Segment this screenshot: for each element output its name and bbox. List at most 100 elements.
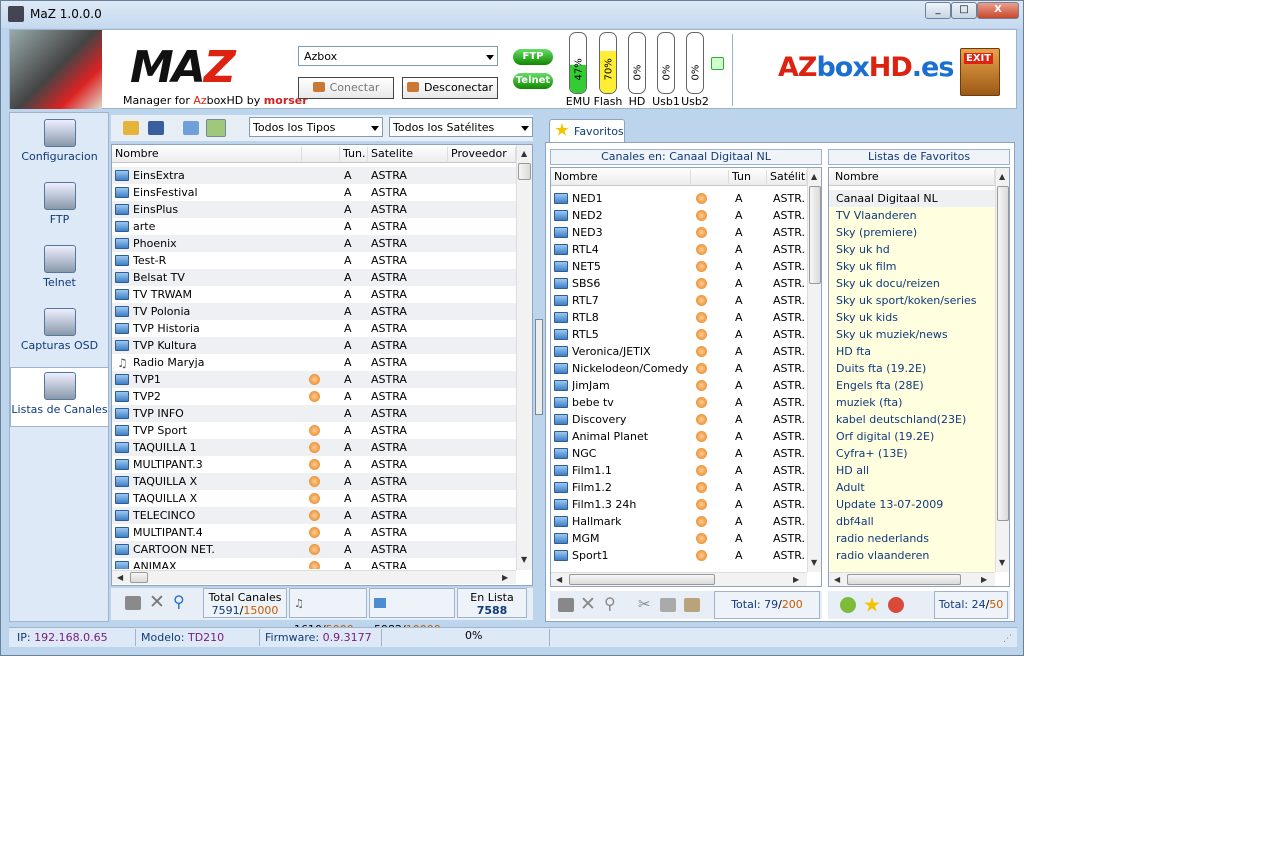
disconnect-button[interactable]: Desconectar (402, 77, 498, 99)
favorite-channels-horizontal-scrollbar[interactable]: ◀ ▶ (551, 572, 807, 586)
list-item[interactable]: HD fta (829, 343, 995, 360)
sidebar-item-capturas-osd[interactable]: Capturas OSD (10, 304, 109, 362)
favorite-channels-vertical-scrollbar[interactable]: ▲ ▼ (807, 168, 821, 572)
close-button[interactable]: X (977, 2, 1019, 19)
satellites-filter-select[interactable]: Todos los Satélites (389, 117, 533, 137)
title-bar[interactable]: MaZ 1.0.0.0 _ □ X (1, 1, 1023, 28)
resize-grip-icon[interactable]: ⋰ (1003, 634, 1012, 644)
table-row[interactable]: TELECINCO A ASTRA (112, 507, 516, 524)
list-item[interactable]: Orf digital (19.2E) (829, 428, 995, 445)
table-row[interactable]: RTL5 A ASTR. (551, 326, 807, 343)
scrollbar-thumb[interactable] (997, 186, 1009, 521)
list-item[interactable]: Canaal Digitaal NL (829, 190, 995, 207)
search-icon[interactable]: ⚲ (173, 592, 185, 611)
table-row[interactable]: ♫ Radio Maryja A ASTRA (112, 354, 516, 371)
table-row[interactable]: Nickelodeon/Comedy ... A ASTR. (551, 360, 807, 377)
scroll-down-arrow-icon[interactable]: ▼ (811, 558, 817, 567)
ftp-status-button[interactable]: FTP (513, 49, 553, 65)
scrollbar-thumb[interactable] (518, 163, 531, 180)
table-row[interactable]: RTL4 A ASTR. (551, 241, 807, 258)
list-item[interactable]: radio nederlands (829, 530, 995, 547)
search-icon[interactable]: ⚲ (604, 594, 616, 613)
panel-splitter[interactable] (535, 319, 543, 415)
column-header-pay[interactable] (691, 170, 729, 184)
table-row[interactable]: TVP Sport A ASTRA (112, 422, 516, 439)
list-item[interactable]: Sky uk kids (829, 309, 995, 326)
copy-icon[interactable] (660, 598, 676, 612)
table-row[interactable]: Phoenix A ASTRA (112, 235, 516, 252)
table-row[interactable]: TV TRWAM A ASTRA (112, 286, 516, 303)
scroll-down-arrow-icon[interactable]: ▼ (999, 558, 1005, 567)
table-row[interactable]: MULTIPANT.3 A ASTRA (112, 456, 516, 473)
table-row[interactable]: bebe tv A ASTR. (551, 394, 807, 411)
table-row[interactable]: Film1.3 24h A ASTR. (551, 496, 807, 513)
favorite-lists-horizontal-scrollbar[interactable]: ◀ ▶ (829, 572, 995, 586)
table-row[interactable]: TVP Kultura A ASTRA (112, 337, 516, 354)
table-row[interactable]: NED1 A ASTR. (551, 190, 807, 207)
column-header-satelite[interactable]: Satelite (368, 147, 448, 161)
list-item[interactable]: Update 13-07-2009 (829, 496, 995, 513)
scroll-left-arrow-icon[interactable]: ◀ (117, 573, 123, 582)
favorite-lists-vertical-scrollbar[interactable]: ▲ ▼ (995, 168, 1009, 572)
list-item[interactable]: Engels fta (28E) (829, 377, 995, 394)
table-row[interactable]: Animal Planet A ASTR. (551, 428, 807, 445)
cut-icon[interactable]: ✂ (638, 595, 651, 613)
scroll-up-arrow-icon[interactable]: ▲ (999, 172, 1005, 181)
scroll-right-arrow-icon[interactable]: ▶ (981, 575, 987, 584)
table-row[interactable]: TVP INFO A ASTRA (112, 405, 516, 422)
sidebar-item-ftp[interactable]: FTP (10, 178, 109, 236)
sidebar-item-configuracion[interactable]: Configuracion (10, 115, 109, 173)
list-item[interactable]: Duits fta (19.2E) (829, 360, 995, 377)
device-select[interactable]: Azbox (298, 46, 498, 66)
types-filter-select[interactable]: Todos los Tipos (249, 117, 383, 137)
sidebar-item-telnet[interactable]: Telnet (10, 241, 109, 299)
list-item[interactable]: muziek (fta) (829, 394, 995, 411)
list-item[interactable]: Sky uk film (829, 258, 995, 275)
list-item[interactable]: Cyfra+ (13E) (829, 445, 995, 462)
column-header-proveedor[interactable]: Proveedor (448, 147, 516, 161)
table-row[interactable]: TAQUILLA 1 A ASTRA (112, 439, 516, 456)
column-header-pay[interactable] (302, 147, 340, 161)
export-icon[interactable] (206, 119, 226, 137)
table-row[interactable]: TVP2 A ASTRA (112, 388, 516, 405)
scrollbar-thumb[interactable] (569, 574, 715, 585)
scrollbar-thumb[interactable] (809, 186, 821, 284)
remove-list-icon[interactable] (888, 597, 904, 613)
table-row[interactable]: Film1.2 A ASTR. (551, 479, 807, 496)
add-list-icon[interactable] (840, 597, 856, 613)
table-row[interactable]: EinsPlus A ASTRA (112, 201, 516, 218)
table-row[interactable]: NED2 A ASTR. (551, 207, 807, 224)
column-header-tun[interactable]: Tun. (340, 147, 368, 161)
connect-button[interactable]: Conectar (298, 77, 394, 99)
table-row[interactable]: EinsExtra A ASTRA (112, 167, 516, 184)
table-row[interactable]: MULTIPANT.4 A ASTRA (112, 524, 516, 541)
exit-button[interactable]: EXIT (960, 48, 1000, 96)
open-folder-icon[interactable] (123, 121, 139, 135)
scroll-left-arrow-icon[interactable]: ◀ (834, 575, 840, 584)
list-item[interactable]: TV Vlaanderen (829, 207, 995, 224)
table-row[interactable]: MGM A ASTR. (551, 530, 807, 547)
table-row[interactable]: TVP1 A ASTRA (112, 371, 516, 388)
column-header-tun[interactable]: Tun (729, 170, 767, 184)
table-row[interactable]: ANIMAX A ASTRA (112, 558, 516, 569)
table-row[interactable]: NGC A ASTR. (551, 445, 807, 462)
table-row[interactable]: TAQUILLA X A ASTRA (112, 490, 516, 507)
list-item[interactable]: kabel deutschland(23E) (829, 411, 995, 428)
channels-horizontal-scrollbar[interactable]: ◀ ▶ (112, 570, 516, 584)
refresh-icon[interactable] (711, 57, 724, 70)
table-row[interactable]: TAQUILLA X A ASTRA (112, 473, 516, 490)
table-row[interactable]: arte A ASTRA (112, 218, 516, 235)
telnet-status-button[interactable]: Telnet (513, 73, 553, 89)
list-item[interactable]: radio vlaanderen (829, 547, 995, 564)
table-row[interactable]: CARTOON NET. A ASTRA (112, 541, 516, 558)
sidebar-item-listas-de-canales[interactable]: Listas de Canales (10, 367, 109, 427)
import-icon[interactable] (183, 121, 199, 135)
table-row[interactable]: Test-R A ASTRA (112, 252, 516, 269)
table-row[interactable]: Veronica/JETIX A ASTR. (551, 343, 807, 360)
table-row[interactable]: TVP Historia A ASTRA (112, 320, 516, 337)
column-header-satelite[interactable]: Satélit (767, 170, 807, 184)
list-item[interactable]: Sky uk docu/reizen (829, 275, 995, 292)
scrollbar-thumb[interactable] (130, 572, 148, 583)
delete-icon[interactable]: ✕ (580, 593, 596, 615)
column-header-nombre[interactable]: Nombre (112, 147, 302, 161)
